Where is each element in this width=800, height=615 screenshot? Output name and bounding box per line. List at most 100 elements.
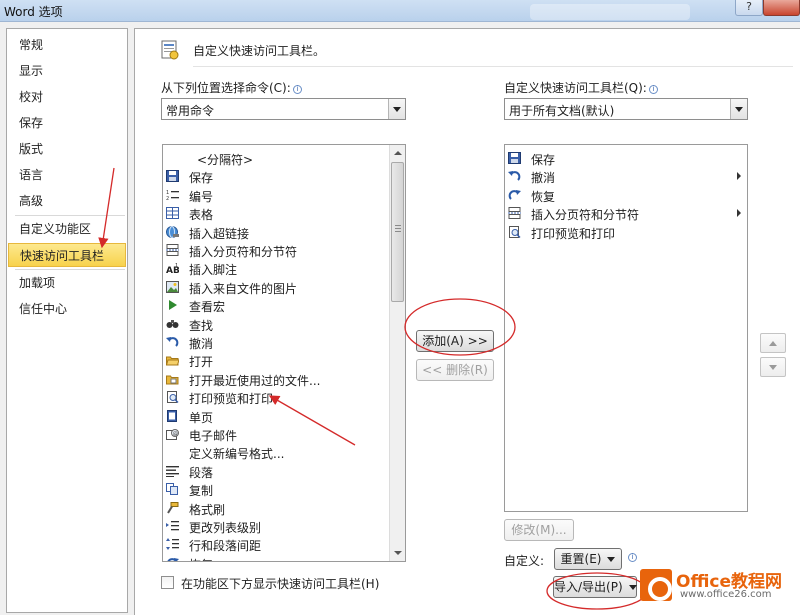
command-label: 插入来自文件的图片 bbox=[189, 281, 298, 296]
available-command-row[interactable]: 恢复 bbox=[163, 554, 405, 561]
command-label: 撤消 bbox=[531, 171, 556, 186]
command-label: 查看宏 bbox=[189, 300, 226, 315]
available-command-row[interactable]: 打印预览和打印 bbox=[163, 388, 405, 406]
print-preview-icon bbox=[167, 391, 179, 404]
info-icon: i bbox=[628, 553, 637, 562]
available-commands-list[interactable]: 恢复 行和段落间距 更改列表级别格式刷 复制 段落 定义新编号格式... @ 电子邮件 单页 打印… bbox=[162, 144, 406, 562]
available-command-row[interactable]: 插入超链接 bbox=[163, 223, 405, 241]
command-label: 行和段落间距 bbox=[189, 539, 262, 554]
command-label: 单页 bbox=[189, 410, 214, 425]
sidebar-item-save[interactable]: 保存 bbox=[8, 111, 126, 135]
toolbar-command-row[interactable]: 撤消 bbox=[505, 167, 747, 185]
scroll-up-icon[interactable] bbox=[390, 145, 405, 161]
info-icon: i bbox=[648, 85, 658, 94]
available-command-row[interactable]: 保存 bbox=[163, 167, 405, 185]
available-command-row[interactable]: 段落 bbox=[163, 462, 405, 480]
quick-access-toolbar-icon bbox=[161, 40, 179, 60]
chevron-down-icon[interactable] bbox=[388, 99, 405, 119]
available-command-row[interactable]: 插入分页符和分节符 bbox=[163, 241, 405, 259]
page-break-icon bbox=[166, 244, 179, 256]
reset-button[interactable]: 重置(E) bbox=[554, 548, 622, 570]
toolbar-command-row[interactable]: 恢复 bbox=[505, 186, 747, 204]
redo-icon bbox=[167, 557, 179, 561]
close-button[interactable] bbox=[763, 0, 800, 16]
customize-toolbar-dropdown[interactable]: 用于所有文档(默认) bbox=[504, 98, 748, 120]
available-command-row[interactable]: 定义新编号格式... bbox=[163, 443, 405, 461]
footnote-icon: AB1 bbox=[166, 263, 179, 274]
available-command-row[interactable]: 复制 bbox=[163, 480, 405, 498]
sidebar-item-general[interactable]: 常规 bbox=[8, 33, 126, 57]
toolbar-command-row[interactable]: 保存 bbox=[505, 149, 747, 167]
available-command-row[interactable]: 表格 bbox=[163, 204, 405, 222]
command-label: 电子邮件 bbox=[189, 429, 238, 443]
print-preview-icon bbox=[509, 225, 521, 238]
available-command-row[interactable]: 更改列表级别 bbox=[163, 517, 405, 535]
scroll-thumb[interactable] bbox=[391, 162, 404, 302]
sidebar-item-trust-center[interactable]: 信任中心 bbox=[8, 297, 126, 321]
import-export-button[interactable]: 导入/导出(P) bbox=[553, 576, 637, 598]
toolbar-command-row[interactable]: 插入分页符和分节符 bbox=[505, 204, 747, 222]
sidebar-item-proofing[interactable]: 校对 bbox=[8, 85, 126, 109]
help-button[interactable]: ? bbox=[735, 0, 763, 16]
page-break-icon bbox=[508, 207, 521, 220]
choose-from-label: 从下列位置选择命令(C): i bbox=[161, 79, 302, 96]
available-command-row[interactable]: 打开最近使用过的文件... bbox=[163, 370, 405, 388]
command-label: 复制 bbox=[189, 484, 214, 499]
available-command-row[interactable]: 打开 bbox=[163, 351, 405, 369]
available-command-row[interactable]: <分隔符> bbox=[163, 149, 405, 167]
sidebar-item-language[interactable]: 语言 bbox=[8, 163, 126, 187]
numbering-icon: 12 bbox=[166, 190, 179, 201]
available-command-row[interactable]: 查找 bbox=[163, 315, 405, 333]
show-below-ribbon-label: 在功能区下方显示快速访问工具栏(H) bbox=[181, 577, 380, 591]
move-up-button[interactable] bbox=[760, 333, 786, 353]
remove-button[interactable]: << 删除(R) bbox=[416, 359, 494, 381]
sidebar-item-quick-access-toolbar[interactable]: 快速访问工具栏 bbox=[8, 243, 126, 267]
macro-icon bbox=[169, 300, 177, 311]
commands-scrollbar[interactable] bbox=[389, 145, 405, 561]
available-command-row[interactable]: 格式刷 bbox=[163, 499, 405, 517]
toolbar-commands-list[interactable]: 打印预览和打印 插入分页符和分节符 恢复 撤消 保存 bbox=[504, 144, 748, 512]
move-down-button[interactable] bbox=[760, 357, 786, 377]
svg-text:@: @ bbox=[173, 431, 178, 437]
command-label: 打印预览和打印 bbox=[531, 226, 616, 241]
save-icon bbox=[508, 152, 521, 164]
show-below-ribbon-checkbox[interactable] bbox=[161, 576, 174, 589]
one-page-icon bbox=[167, 409, 177, 422]
scroll-down-icon[interactable] bbox=[390, 545, 405, 561]
available-command-row[interactable]: AB 1 插入脚注 bbox=[163, 259, 405, 277]
add-button[interactable]: 添加(A) >> bbox=[416, 330, 494, 352]
command-label: <分隔符> bbox=[197, 153, 254, 167]
command-label: 段落 bbox=[189, 465, 214, 480]
picture-icon bbox=[166, 280, 179, 293]
heading-divider bbox=[193, 66, 793, 67]
watermark-url: www.office26.com bbox=[680, 589, 772, 600]
modify-button[interactable]: 修改(M)... bbox=[504, 519, 574, 541]
submenu-arrow-icon bbox=[737, 172, 741, 181]
office26-watermark: Office教程网 www.office26.com bbox=[640, 565, 800, 615]
available-command-row[interactable]: 撤消 bbox=[163, 333, 405, 351]
command-label: 保存 bbox=[531, 153, 556, 167]
available-command-row[interactable]: 行和段落间距 bbox=[163, 535, 405, 553]
info-icon: i bbox=[292, 85, 302, 94]
sidebar-item-display[interactable]: 显示 bbox=[8, 59, 126, 83]
chevron-down-icon[interactable] bbox=[730, 99, 747, 119]
command-label: 插入脚注 bbox=[189, 263, 238, 278]
sidebar-item-layout[interactable]: 版式 bbox=[8, 137, 126, 161]
sidebar-item-customize-ribbon[interactable]: 自定义功能区 bbox=[8, 217, 126, 241]
toolbar-command-row[interactable]: 打印预览和打印 bbox=[505, 223, 747, 241]
available-command-row[interactable]: 插入来自文件的图片 bbox=[163, 278, 405, 296]
hyperlink-icon bbox=[166, 225, 179, 238]
available-command-row[interactable]: 单页 bbox=[163, 407, 405, 425]
chevron-down-icon bbox=[628, 585, 637, 590]
command-label: 恢复 bbox=[531, 189, 556, 204]
choose-commands-from-dropdown[interactable]: 常用命令 bbox=[161, 98, 406, 120]
available-command-row[interactable]: 1 2 编号 bbox=[163, 186, 405, 204]
format-painter-icon bbox=[167, 501, 179, 514]
command-label: 表格 bbox=[189, 208, 214, 223]
sidebar-item-advanced[interactable]: 高级 bbox=[8, 189, 126, 213]
table-icon bbox=[166, 207, 179, 220]
available-command-row[interactable]: 查看宏 bbox=[163, 296, 405, 314]
command-label: 编号 bbox=[189, 189, 214, 204]
available-command-row[interactable]: @ 电子邮件 bbox=[163, 425, 405, 443]
sidebar-item-add-ins[interactable]: 加载项 bbox=[8, 271, 126, 295]
